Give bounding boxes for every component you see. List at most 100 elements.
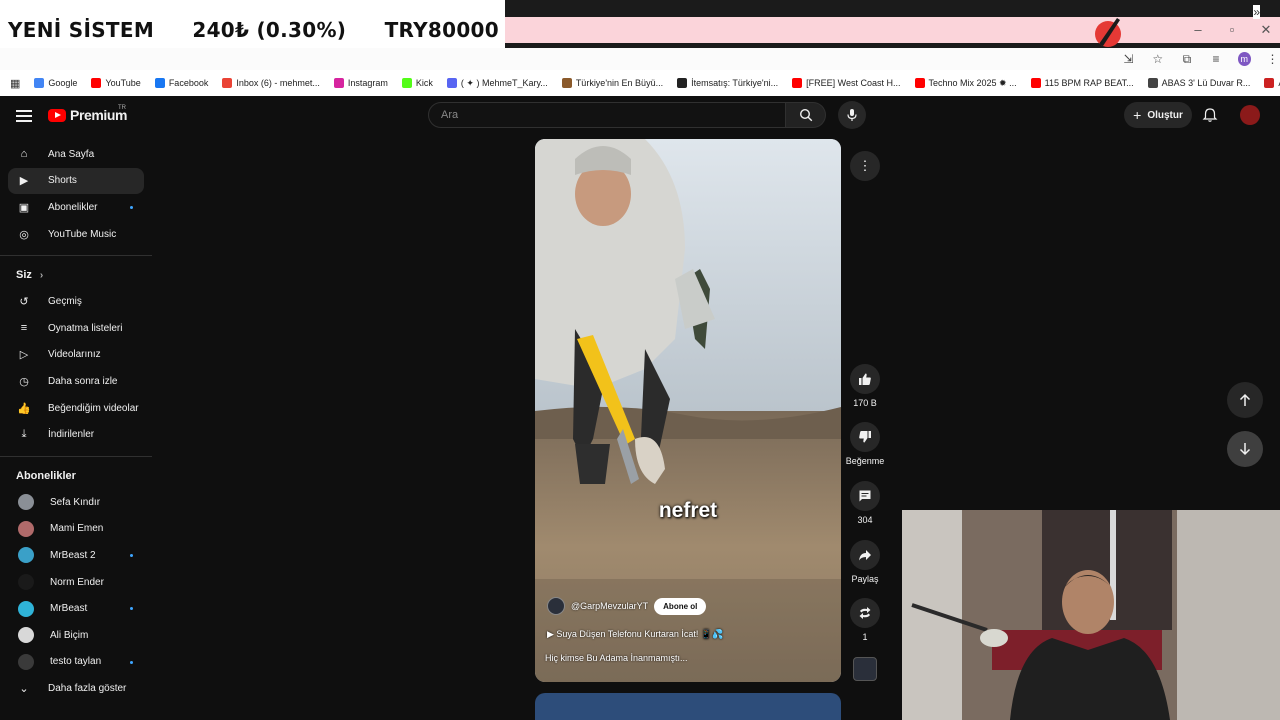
bookmark-item[interactable]: 115 BPM RAP BEAT...: [1030, 78, 1134, 88]
sidebar-item[interactable]: ▷ Videolarınız: [0, 342, 152, 369]
user-avatar[interactable]: [1240, 105, 1260, 125]
search-input[interactable]: Ara: [428, 102, 786, 128]
close-icon[interactable]: ✕: [1260, 22, 1272, 38]
share-button[interactable]: [850, 540, 880, 570]
chevron-down-icon: ⌄: [19, 682, 29, 695]
sidebar-divider: [0, 255, 152, 257]
previous-short-button[interactable]: [1227, 382, 1263, 418]
subscription-item[interactable]: MrBeast 2: [0, 542, 152, 569]
sidebar-item[interactable]: ↺ Geçmiş: [0, 288, 152, 315]
apps-grid-icon[interactable]: ▦: [10, 77, 20, 90]
sidebar-item[interactable]: ▣ Abonelikler: [0, 194, 152, 221]
search-button[interactable]: [786, 102, 826, 128]
bookmark-item[interactable]: AMD Ryzen 7 9800...: [1264, 78, 1280, 88]
bookmark-favicon-icon: [222, 78, 233, 88]
remix-button[interactable]: [850, 598, 880, 628]
bookmark-item[interactable]: Inbox (6) - mehmet...: [222, 78, 320, 88]
sound-thumbnail[interactable]: [853, 657, 877, 681]
like-button[interactable]: [850, 364, 880, 394]
sidebar-item[interactable]: ◎ YouTube Music: [0, 221, 152, 248]
bookmark-item[interactable]: İtemsatış: Türkiye'ni...: [677, 78, 778, 88]
arrow-up-icon: [1239, 393, 1251, 406]
bookmark-item[interactable]: Google: [34, 78, 77, 88]
sidebar-item-label: Geçmiş: [48, 296, 82, 308]
bookmarks-overflow-icon[interactable]: »: [1253, 5, 1260, 19]
channel-handle[interactable]: @GarpMevzularYT: [571, 601, 648, 611]
new-content-dot: [130, 206, 133, 210]
channel-avatar: [18, 653, 34, 670]
extensions-icon[interactable]: ⧉: [1179, 52, 1194, 67]
subscription-item[interactable]: Norm Ender: [0, 569, 152, 596]
history-icon: ↺: [19, 296, 29, 309]
profile-avatar[interactable]: m: [1237, 52, 1251, 66]
bookmark-star-icon[interactable]: ☆: [1150, 52, 1165, 66]
bookmark-item[interactable]: YouTube: [91, 78, 141, 88]
bookmark-favicon-icon: [154, 78, 165, 88]
sidebar-item[interactable]: 👍 Beğendiğim videolar: [0, 395, 152, 422]
dislike-button[interactable]: [850, 422, 880, 452]
channel-avatar[interactable]: [547, 597, 565, 615]
subscription-item[interactable]: MrBeast: [0, 595, 152, 622]
youtube-play-icon: [48, 108, 66, 122]
video-title-row[interactable]: ▶ Suya Düşen Telefonu Kurtaran İcat! 📱💦: [547, 629, 723, 640]
sidebar-item[interactable]: ≡ Oynatma listeleri: [0, 315, 152, 342]
brand-mark-icon: [1095, 18, 1121, 47]
hamburger-menu-icon[interactable]: [16, 110, 32, 122]
subscribe-button[interactable]: Abone ol: [654, 597, 707, 615]
bookmark-item[interactable]: Facebook: [154, 78, 208, 88]
browser-menu-icon[interactable]: ⋮: [1265, 52, 1280, 66]
browser-tab-strip: [505, 17, 1280, 43]
notifications-bell-icon[interactable]: [1202, 107, 1218, 123]
new-content-dot: [130, 554, 133, 558]
show-more-label: Daha fazla göster: [48, 682, 127, 694]
youtube-premium-logo[interactable]: Premium: [48, 107, 128, 123]
restore-icon[interactable]: ▫: [1226, 22, 1238, 38]
channel-avatar: [18, 574, 34, 591]
window-controls: – ▫ ✕: [1192, 22, 1272, 38]
bookmark-item[interactable]: [FREE] West Coast H...: [792, 78, 901, 88]
channel-avatar: [18, 520, 34, 537]
overlay-target: TRY80000: [384, 18, 499, 42]
browser-toolbar-actions: ⇲ ☆ ⧉ ≡ m ⋮: [1115, 48, 1280, 70]
show-more-button[interactable]: ⌄ Daha fazla göster: [0, 675, 152, 702]
sidebar-item-label: MrBeast 2: [50, 549, 96, 561]
sidebar-item[interactable]: ▶ Shorts: [8, 167, 144, 195]
sidebar-item[interactable]: ⌂ Ana Sayfa: [0, 141, 152, 168]
bookmark-favicon-icon: [914, 78, 925, 88]
channel-avatar: [18, 627, 34, 644]
next-short-preview[interactable]: [535, 693, 841, 720]
overlay-label: YENİ SİSTEM: [8, 18, 155, 42]
bookmark-favicon-icon: [446, 78, 457, 88]
sidebar-item-label: Daha sonra izle: [48, 375, 118, 387]
subscription-item[interactable]: Ali Biçim: [0, 622, 152, 649]
bookmark-item[interactable]: Instagram: [333, 78, 388, 88]
search-icon: [799, 108, 812, 122]
subscription-item[interactable]: testo taylan: [0, 649, 152, 676]
address-bar[interactable]: [0, 48, 1115, 70]
watch-later-icon: ◷: [19, 375, 29, 388]
next-short-button[interactable]: [1227, 431, 1263, 467]
sidebar-item[interactable]: ◷ Daha sonra izle: [0, 368, 152, 395]
sidebar-item[interactable]: ⤓ İndirilenler: [0, 421, 152, 448]
bookmark-item[interactable]: ABAS 3' Lü Duvar R...: [1147, 78, 1250, 88]
subscription-item[interactable]: Mami Emen: [0, 516, 152, 543]
bookmark-item[interactable]: Türkiye'nin En Büyü...: [561, 78, 663, 88]
bookmark-favicon-icon: [561, 78, 572, 88]
voice-search-button[interactable]: [838, 101, 866, 129]
short-video-player[interactable]: nefret @GarpMevzularYT Abone ol ▶ Suya D…: [535, 139, 841, 682]
install-app-icon[interactable]: ⇲: [1121, 52, 1136, 66]
subscription-item[interactable]: Sefa Kındır: [0, 489, 152, 516]
sidebar-you-heading[interactable]: Siz ›: [0, 262, 152, 288]
bookmark-item[interactable]: Techno Mix 2025 ✹ ...: [914, 78, 1017, 89]
share-action: Paylaş: [840, 540, 890, 584]
create-button[interactable]: + Oluştur: [1124, 102, 1192, 128]
video-description[interactable]: Hiç kimse Bu Adama İnanmamıştı...: [545, 653, 688, 663]
more-options-button[interactable]: ⋮: [850, 151, 880, 181]
minimize-icon[interactable]: –: [1192, 22, 1204, 38]
subscriptions-icon: ▣: [18, 201, 30, 214]
bookmark-item[interactable]: Kick: [401, 78, 433, 88]
media-control-icon[interactable]: ≡: [1208, 52, 1223, 66]
bookmark-item[interactable]: ( ✦ ) MehmeT_Kary...: [446, 78, 548, 89]
create-label: Oluştur: [1147, 109, 1183, 121]
comments-button[interactable]: [850, 481, 880, 511]
